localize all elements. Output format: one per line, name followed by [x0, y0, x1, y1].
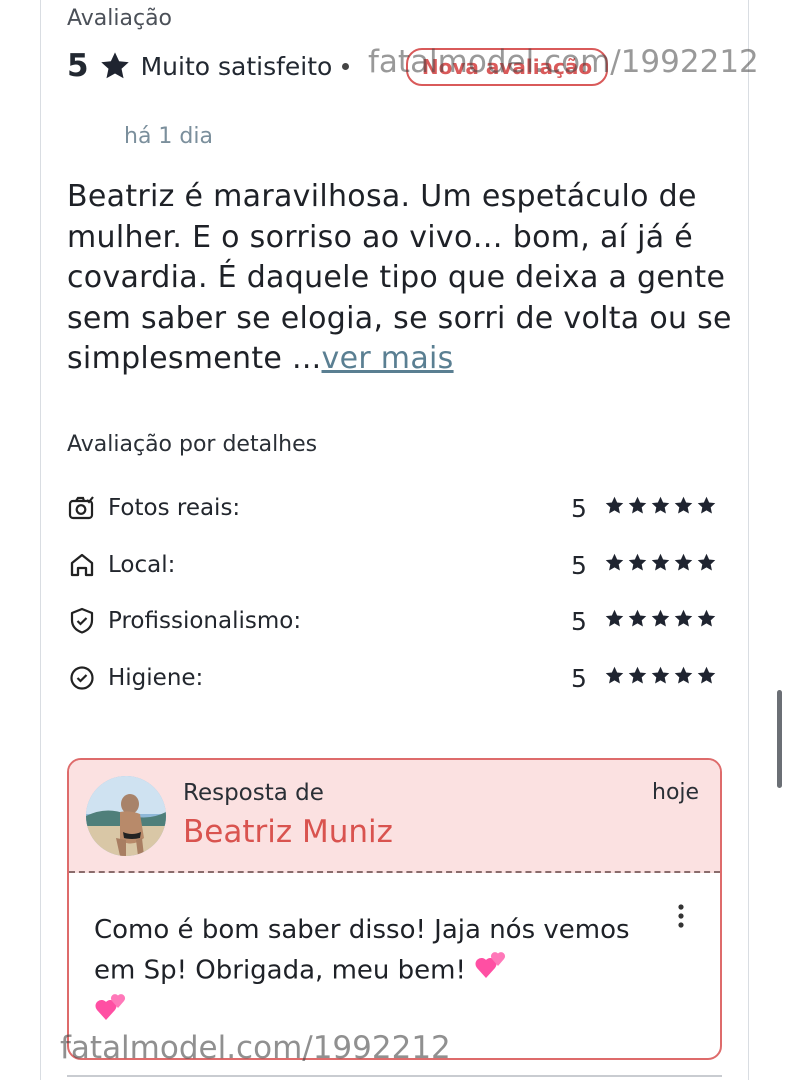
star-icon	[628, 553, 647, 571]
bottom-divider	[67, 1075, 722, 1077]
star-icon	[697, 609, 716, 627]
scrollbar-thumb[interactable]	[777, 690, 782, 788]
star-icon	[697, 553, 716, 571]
detail-label: Fotos reais:	[108, 495, 241, 521]
star-icon	[651, 496, 670, 514]
review-text: Beatriz é maravilhosa. Um espetáculo de …	[67, 177, 739, 380]
detail-row-fotos-reais: Fotos reais: 5	[67, 488, 727, 528]
posted-time: há 1 dia	[124, 124, 213, 149]
overall-rating: 5 Muito satisfeito	[67, 46, 350, 86]
separator-dot	[342, 62, 350, 70]
star-icon	[697, 496, 716, 514]
detail-stars	[604, 608, 717, 629]
satisfaction-label: Muito satisfeito	[140, 51, 333, 81]
camera-icon	[67, 493, 97, 523]
star-icon	[697, 666, 716, 684]
detail-score: 5	[571, 606, 587, 636]
detail-label: Profissionalismo:	[108, 608, 302, 634]
two-hearts-icon	[474, 950, 508, 992]
detail-score: 5	[571, 550, 587, 580]
shield-check-icon	[67, 606, 97, 636]
star-icon	[651, 666, 670, 684]
star-icon	[605, 609, 624, 627]
overall-score: 5	[67, 48, 89, 84]
home-icon	[67, 550, 97, 580]
see-more-link[interactable]: ver mais	[322, 341, 454, 376]
star-icon	[605, 666, 624, 684]
avatar[interactable]	[86, 776, 166, 856]
reply-text: Como é bom saber disso! Jaja nós vemos e…	[94, 910, 654, 1034]
detail-label: Higiene:	[108, 665, 204, 691]
reply-time: hoje	[652, 780, 700, 805]
watermark-top: fatalmodel.com/1992212	[368, 44, 759, 80]
check-circle-icon	[67, 663, 97, 693]
detail-row-local: Local: 5	[67, 545, 727, 585]
reply-header: Resposta de Beatriz Muniz hoje	[69, 760, 720, 873]
watermark-bottom: fatalmodel.com/1992212	[60, 1030, 451, 1066]
detail-stars	[604, 665, 717, 686]
detail-score: 5	[571, 663, 587, 693]
star-icon	[628, 496, 647, 514]
star-icon	[674, 609, 693, 627]
star-icon	[605, 553, 624, 571]
details-title: Avaliação por detalhes	[67, 432, 318, 457]
detail-row-profissionalismo: Profissionalismo: 5	[67, 601, 727, 641]
card-right-border	[748, 0, 749, 1080]
reply-from-label: Resposta de	[183, 780, 324, 806]
detail-row-higiene: Higiene: 5	[67, 658, 727, 698]
star-icon	[628, 609, 647, 627]
star-icon	[100, 52, 129, 79]
detail-score: 5	[571, 493, 587, 523]
detail-stars	[604, 495, 717, 516]
card-left-border	[40, 0, 41, 1080]
reply-author-name: Beatriz Muniz	[183, 814, 393, 850]
star-icon	[674, 553, 693, 571]
star-icon	[605, 496, 624, 514]
star-icon	[651, 609, 670, 627]
star-icon	[674, 496, 693, 514]
review-eyebrow: Avaliação	[67, 6, 173, 31]
detail-stars	[604, 552, 717, 573]
detail-label: Local:	[108, 552, 176, 578]
star-icon	[651, 553, 670, 571]
star-icon	[674, 666, 693, 684]
star-icon	[628, 666, 647, 684]
more-options-icon[interactable]	[669, 902, 693, 932]
reply-card: Resposta de Beatriz Muniz hoje Como é bo…	[67, 758, 722, 1060]
two-hearts-icon	[94, 992, 128, 1034]
reply-message: Como é bom saber disso! Jaja nós vemos e…	[94, 915, 630, 986]
